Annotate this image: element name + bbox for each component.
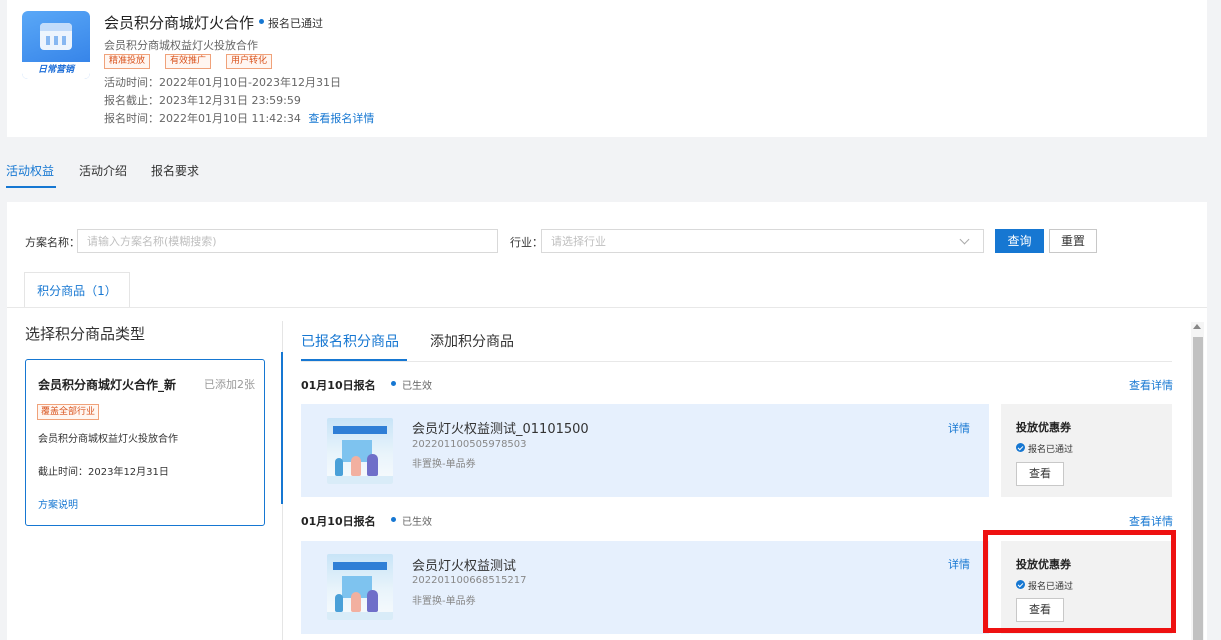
reset-button[interactable]: 重置 [1049,229,1097,253]
product-detail-link[interactable]: 详情 [948,556,970,572]
signup-deadline: 报名截止：2023年12月31日 23:59:59 [104,94,301,107]
panel-divider-active [281,352,283,504]
view-signup-detail-link[interactable]: 查看报名详情 [308,112,374,125]
daily-marketing-logo: 日常营销 [22,11,90,79]
product-name: 会员灯火权益测试_01101500 [412,422,589,437]
scroll-up-arrow-icon[interactable] [1193,324,1201,329]
coupon-title: 投放优惠券 [1016,421,1071,434]
tab-add-products[interactable]: 添加积分商品 [430,331,514,351]
activity-title: 会员积分商城灯火合作 [104,14,255,32]
tag-precise-delivery: 精准投放 [104,54,151,69]
product-card [301,404,989,497]
activity-time: 活动时间：2022年01月10日-2023年12月31日 [104,76,341,89]
coupon-status: 报名已通过 [1028,445,1074,455]
section-date: 01月10日报名 [301,515,376,528]
product-type: 非置换-单品券 [412,596,476,607]
scheme-name-input[interactable] [77,229,498,253]
search-button[interactable]: 查询 [995,229,1044,253]
tab-points-products[interactable]: 积分商品（1） [24,272,130,308]
activity-status: 报名已通过 [268,17,323,30]
product-id: 202201100668515217 [412,575,527,586]
check-circle-icon [1016,443,1025,452]
signup-time: 报名时间：2022年01月10日 11:42:34 查看报名详情 [104,110,374,126]
product-card [301,541,989,634]
calendar-icon [40,23,72,50]
right-tab-divider [301,361,1172,362]
section-status: 已生效 [402,381,432,392]
product-id: 2022011005059785​03 [412,439,527,450]
tab-activity-benefits[interactable]: 活动权益 [6,162,54,179]
tab-divider [7,307,1207,308]
view-details-link[interactable]: 查看详情 [1129,377,1173,393]
view-coupon-button[interactable]: 查看 [1016,462,1064,486]
product-thumbnail [327,554,393,620]
scheme-description: 会员积分商城权益灯火投放合作 [38,434,178,445]
scheme-added-count: 已添加2张 [204,378,255,391]
industry-label: 行业： [510,236,543,249]
section-status: 已生效 [402,517,432,528]
status-dot-icon [391,517,396,522]
industry-coverage-tag: 覆盖全部行业 [37,404,100,420]
product-detail-link[interactable]: 详情 [948,420,970,436]
scheme-deadline: 截止时间：2023年12月31日 [38,467,169,478]
logo-text: 日常营销 [22,62,90,79]
tab-activity-intro[interactable]: 活动介绍 [79,162,127,179]
product-name: 会员灯火权益测试 [412,559,517,574]
signup-time-text: 报名时间：2022年01月10日 11:42:34 [104,112,301,125]
product-thumbnail [327,418,393,484]
status-dot-icon [391,381,396,386]
tab-registered-products[interactable]: 已报名积分商品 [301,331,399,351]
activity-subtitle: 会员积分商城权益灯火投放合作 [104,39,258,52]
tag-effective-promotion: 有效推广 [165,54,212,69]
scheme-card-name: 会员积分商城灯火合作_新 [38,378,177,392]
industry-select[interactable] [541,229,984,253]
highlight-annotation [983,530,1176,633]
section-date: 01月10日报名 [301,379,376,392]
scheme-explanation-link[interactable]: 方案说明 [38,496,78,511]
status-dot-icon [259,19,264,24]
product-type: 非置换-单品券 [412,459,476,470]
active-tab-indicator [6,186,56,188]
tag-user-conversion: 用户转化 [226,54,273,69]
scrollbar-thumb[interactable] [1193,337,1203,640]
tab-signup-requirements[interactable]: 报名要求 [151,162,199,179]
view-details-link[interactable]: 查看详情 [1129,513,1173,529]
select-product-type-title: 选择积分商品类型 [25,325,146,343]
scheme-name-label: 方案名称： [25,236,80,249]
